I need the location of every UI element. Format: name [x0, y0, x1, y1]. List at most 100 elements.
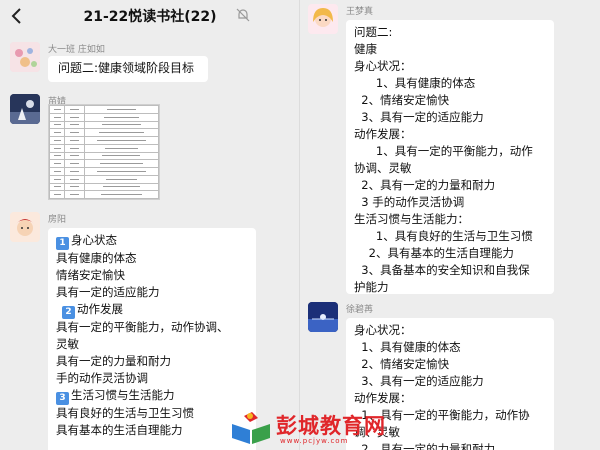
message-text: 具有一定的平衡能力，动作协调、 — [56, 320, 229, 334]
table-cell — [48, 151, 66, 161]
message-line: 1、具有健康的体态 — [354, 340, 461, 354]
text-placeholder — [104, 116, 139, 118]
text-placeholder — [69, 124, 80, 126]
text-placeholder — [69, 186, 80, 188]
avatar[interactable] — [10, 212, 40, 242]
message-line: 2、情绪安定愉快 — [354, 357, 450, 371]
table-cell — [48, 174, 66, 184]
text-placeholder — [69, 178, 80, 180]
message-bubble[interactable]: 问题二:健康领域阶段目标 — [48, 56, 208, 82]
message-line: 3 生活习惯与生活能力 — [56, 387, 248, 405]
avatar[interactable] — [308, 302, 338, 332]
text-placeholder — [53, 116, 61, 118]
text-placeholder — [69, 163, 80, 165]
message-text: 灵敏 — [56, 337, 79, 351]
message-line: 身心状况： — [354, 323, 412, 337]
message-line: 动作发展： — [354, 127, 412, 141]
message-line: 具有良好的生活与卫生习惯 — [56, 405, 248, 422]
table-cell — [83, 112, 160, 122]
message-line: 护能力 — [354, 280, 389, 294]
message-bubble[interactable]: 问题二: 健康 身心状况： 1、具有健康的体态 2、情绪安定愉快 3、具有一定的适应… — [346, 20, 554, 294]
text-placeholder — [53, 186, 61, 188]
table-cell — [83, 182, 160, 192]
table-cell — [83, 105, 160, 114]
text-placeholder — [53, 178, 61, 180]
text-placeholder — [69, 116, 80, 118]
table-cell — [48, 105, 66, 114]
table-cell — [64, 120, 85, 130]
text-placeholder — [103, 186, 140, 188]
message-line: 1 身心状态 — [56, 232, 248, 250]
table-cell — [48, 128, 66, 137]
table-cell — [83, 159, 160, 168]
message-text: 具有一定的力量和耐力 — [56, 354, 171, 368]
chevron-left-icon[interactable] — [8, 6, 26, 26]
table-cell — [64, 182, 85, 192]
text-placeholder — [53, 139, 61, 141]
message-text: 具有基本的生活自理能力 — [56, 423, 183, 437]
message-line: 具有健康的体态 — [56, 250, 248, 267]
number-2-icon: 2 — [62, 306, 75, 319]
text-placeholder — [53, 163, 61, 165]
message-line: 动作发展： — [354, 391, 412, 405]
table-cell — [83, 143, 160, 153]
text-placeholder — [104, 147, 138, 149]
text-placeholder — [97, 170, 146, 172]
message-line: 3、具有一定的适应能力 — [354, 374, 484, 388]
table-cell — [64, 190, 85, 199]
text-placeholder — [69, 132, 80, 134]
message-line: 具有基本的生活自理能力 — [56, 422, 248, 439]
table-cell — [83, 174, 160, 184]
message-line: 2、情绪安定愉快 — [354, 93, 450, 107]
message-text: 身心状态 — [71, 233, 117, 247]
table-cell — [83, 167, 160, 176]
text-placeholder — [53, 194, 61, 196]
message-text: 具有一定的适应能力 — [56, 285, 160, 299]
sender-name: 王梦真 — [346, 7, 374, 17]
table-cell — [64, 105, 85, 114]
message-line: 2、具有基本的生活自理能力 — [354, 246, 514, 260]
bell-off-icon — [236, 8, 250, 22]
message-text: 具有健康的体态 — [56, 251, 137, 265]
message-line: 协调、灵敏 — [354, 161, 412, 175]
table-cell — [48, 190, 66, 199]
table-cell — [83, 190, 160, 199]
table-cell — [48, 182, 66, 192]
message-line: 1、具有一定的平衡能力，动作 — [354, 144, 533, 158]
message-line: 1、具有健康的体态 — [354, 76, 476, 90]
table-cell — [83, 151, 160, 161]
avatar[interactable] — [10, 42, 40, 72]
message-line: 3、具备基本的安全知识和自我保 — [354, 263, 530, 277]
message-line: 具有一定的适应能力 — [56, 284, 248, 301]
avatar[interactable] — [308, 4, 338, 34]
message-line: 具有一定的力量和耐力 — [56, 353, 248, 370]
table-cell — [48, 120, 66, 130]
table-cell — [48, 159, 66, 168]
sender-name: 徐碧苒 — [346, 305, 374, 315]
message-text: 生活习惯与生活能力 — [71, 388, 175, 402]
text-placeholder — [102, 155, 141, 157]
watermark-url: www.pcjyw.com — [280, 437, 349, 445]
chat-header: 21-22悦读书社(22) — [0, 0, 300, 32]
table-cell — [83, 128, 160, 137]
message-bubble[interactable]: 1 身心状态 具有健康的体态 情绪安定愉快 具有一定的适应能力 2 动作发展 具有一定的平衡能… — [48, 228, 256, 450]
table-cell — [64, 136, 85, 145]
message-line: 情绪安定愉快 — [56, 267, 248, 284]
message-text: 问题二:健康领域阶段目标 — [58, 61, 195, 75]
message-line: 生活习惯与生活能力： — [354, 212, 469, 226]
table-cell — [64, 128, 85, 137]
text-placeholder — [69, 155, 80, 157]
message-line: 2、具有一定的力量和耐力 — [354, 178, 496, 192]
text-placeholder — [53, 155, 61, 157]
table-cell — [83, 120, 160, 130]
text-placeholder — [53, 108, 61, 110]
text-placeholder — [69, 139, 80, 141]
message-line: 3、具有一定的适应能力 — [354, 110, 484, 124]
table-image[interactable] — [48, 104, 160, 200]
table-cell — [48, 143, 66, 153]
message-text: 手的动作灵活协调 — [56, 371, 148, 385]
watermark-text: 彭城教育网 — [276, 413, 386, 438]
table-cell — [48, 136, 66, 145]
number-1-icon: 1 — [56, 237, 69, 250]
avatar[interactable] — [10, 94, 40, 124]
